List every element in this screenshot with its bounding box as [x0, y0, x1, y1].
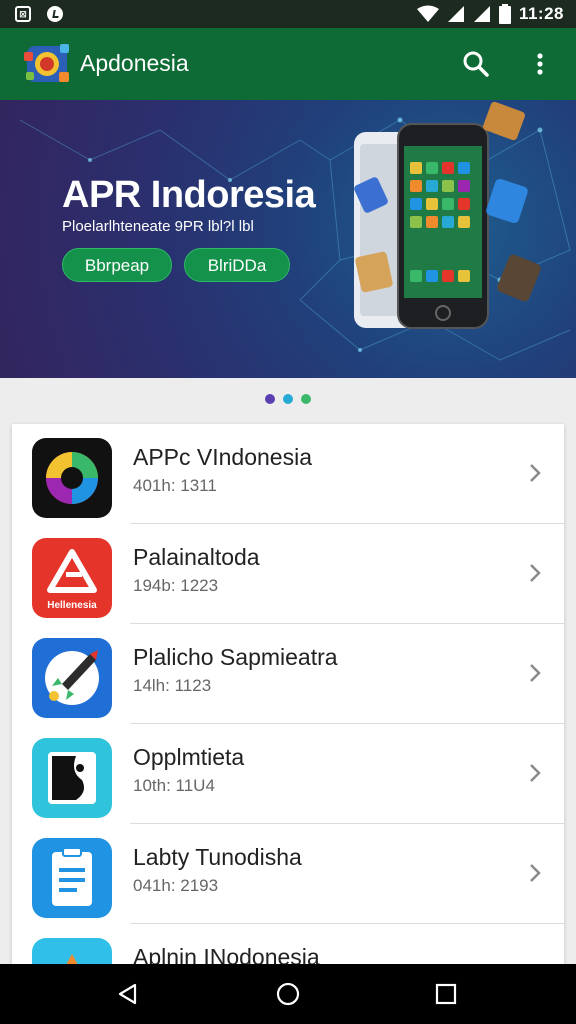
app-name: Opplmtieta: [133, 744, 245, 770]
list-item[interactable]: Opplmtieta 10th: 11U4: [12, 724, 564, 824]
recents-icon: [435, 983, 457, 1005]
app-bar: Apdonesia: [0, 28, 576, 100]
status-bar: ⊠ 11:28: [0, 0, 576, 28]
pager-dot[interactable]: [265, 394, 275, 404]
list-item[interactable]: Labty Tunodisha 041h: 2193: [12, 824, 564, 924]
wifi-icon: [416, 5, 439, 22]
banner-title: APR Indoresia: [62, 174, 316, 216]
list-item[interactable]: Plalicho Sapmieatra 14lh: 1123: [12, 624, 564, 724]
back-icon: [118, 983, 137, 1005]
pager-dot[interactable]: [301, 394, 311, 404]
icon-text: Hellenesia: [47, 600, 97, 611]
promo-banner[interactable]: APR Indoresia Ploelarlhteneate 9PR lbl?l…: [0, 100, 576, 378]
battery-icon: [498, 4, 511, 24]
home-button[interactable]: [272, 978, 304, 1010]
chevron-right-icon: [530, 864, 541, 882]
app-list: APPc VIndonesia 401h: 1311 Hellenesia Pa…: [12, 424, 564, 984]
app-meta: 14lh: 1123: [133, 676, 212, 695]
notification-icon: ⊠: [14, 5, 32, 23]
search-icon: [463, 51, 489, 77]
app-meta: 401h: 1311: [133, 476, 217, 495]
black-white-face-icon: [32, 738, 112, 818]
more-vert-icon: [537, 53, 543, 75]
chevron-right-icon: [530, 664, 541, 682]
banner-subtitle: Ploelarlhteneate 9PR lbl?l lbl: [62, 218, 254, 235]
banner-primary-button[interactable]: Bbrpeap: [62, 248, 172, 282]
banner-secondary-button[interactable]: BlriDDa: [184, 248, 290, 282]
app-meta: 194b: 1223: [133, 576, 219, 595]
app-logo-icon: [24, 44, 69, 82]
rocket-icon: [32, 638, 112, 718]
overflow-menu-button[interactable]: [522, 46, 558, 82]
chevron-right-icon: [530, 464, 541, 482]
pager-dot[interactable]: [283, 394, 293, 404]
list-item[interactable]: Hellenesia Palainaltoda 194b: 1223: [12, 524, 564, 624]
search-button[interactable]: [458, 46, 494, 82]
signal-icon: [447, 6, 464, 22]
app-title: Apdonesia: [80, 50, 189, 76]
app-name: Plalicho Sapmieatra: [133, 644, 338, 670]
back-button[interactable]: [112, 978, 144, 1010]
red-logo-icon: Hellenesia: [32, 538, 112, 618]
clock: 11:28: [518, 4, 564, 23]
home-icon: [276, 982, 300, 1006]
app-meta: 041h: 2193: [133, 876, 219, 895]
list-item[interactable]: APPc VIndonesia 401h: 1311: [12, 424, 564, 524]
app-name: Palainaltoda: [133, 544, 260, 570]
chevron-right-icon: [530, 764, 541, 782]
banner-pager: [0, 394, 576, 404]
sync-icon: [46, 5, 64, 23]
phones-illustration: [354, 101, 541, 329]
recents-button[interactable]: [430, 978, 462, 1010]
chevron-right-icon: [530, 564, 541, 582]
app-meta: 10th: 11U4: [133, 776, 215, 795]
app-name: APPc VIndonesia: [133, 444, 313, 470]
clipboard-icon: [32, 838, 112, 918]
colorful-circle-icon: [32, 438, 112, 518]
signal-icon-2: [473, 6, 490, 22]
navigation-bar: [0, 964, 576, 1024]
app-name: Labty Tunodisha: [133, 844, 302, 870]
